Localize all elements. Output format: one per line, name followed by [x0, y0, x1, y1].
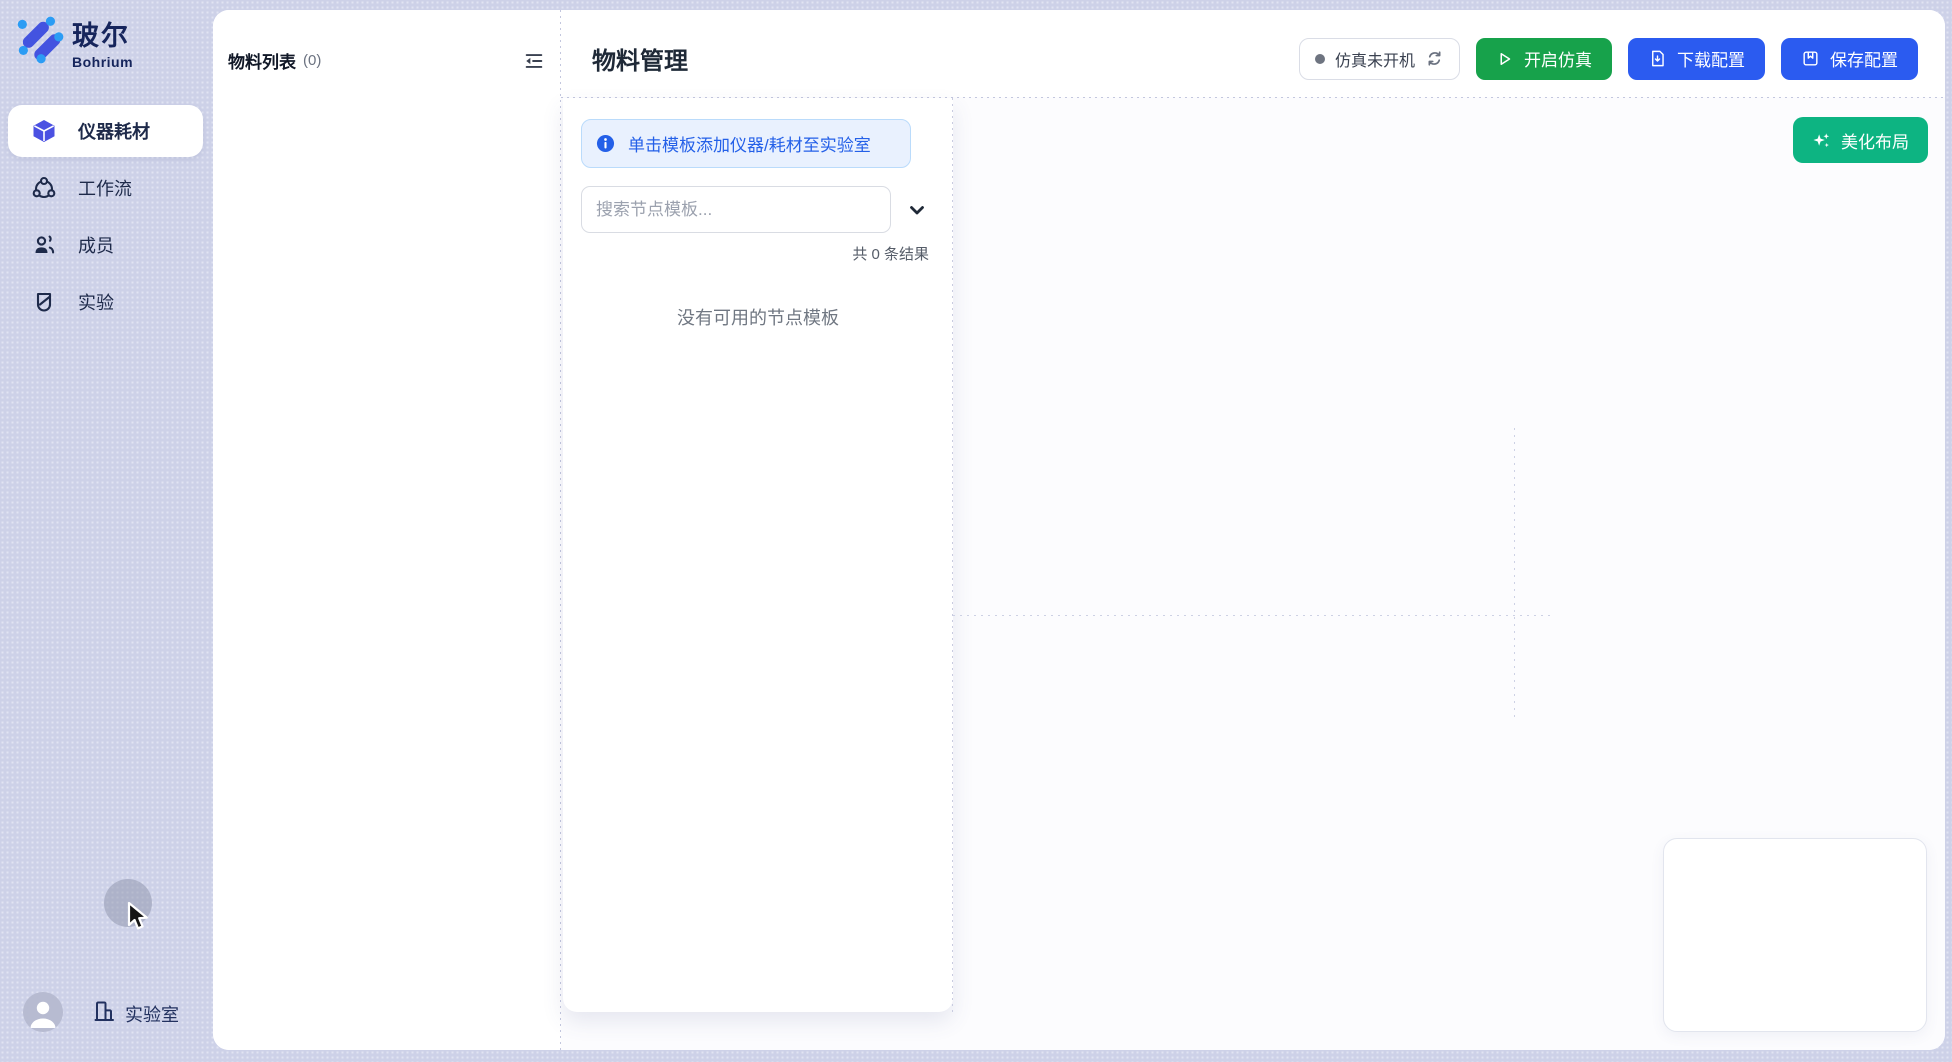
sidebar-item-label: 实验 [78, 289, 114, 315]
beautify-layout-button[interactable]: 美化布局 [1793, 117, 1928, 163]
brand-logo: 玻尔 Bohrium [14, 14, 133, 70]
sidebar-item-instruments[interactable]: 仪器耗材 [8, 105, 203, 157]
building-icon [92, 999, 116, 1028]
hint-banner: 单击模板添加仪器/耗材至实验室 [581, 119, 911, 168]
cursor-arrow [126, 901, 154, 938]
beautify-layout-label: 美化布局 [1841, 128, 1909, 153]
simulation-status-pill: 仿真未开机 [1299, 38, 1460, 80]
file-download-icon [1648, 49, 1667, 68]
result-count: 共 0 条结果 [581, 243, 953, 264]
materials-list-panel: 物料列表 (0) [213, 10, 560, 1050]
save-config-button[interactable]: 保存配置 [1781, 38, 1918, 80]
hint-banner-text: 单击模板添加仪器/耗材至实验室 [628, 131, 871, 156]
brand-name-cn: 玻尔 [72, 14, 133, 53]
sidebar-item-experiment[interactable]: 实验 [8, 276, 203, 328]
sparkles-icon [1812, 131, 1831, 150]
user-avatar[interactable] [23, 992, 63, 1032]
materials-list-count: (0) [303, 52, 321, 69]
refresh-icon[interactable] [1425, 49, 1444, 68]
download-config-button[interactable]: 下载配置 [1628, 38, 1765, 80]
canvas-guide-vertical [1514, 428, 1515, 720]
simulation-status-label: 仿真未开机 [1335, 47, 1415, 71]
sidebar-item-label: 仪器耗材 [78, 118, 150, 144]
sidebar-item-laboratory[interactable]: 实验室 [92, 999, 179, 1028]
chevron-down-icon[interactable] [904, 197, 930, 223]
brand-name-en: Bohrium [72, 54, 133, 70]
page-title: 物料管理 [592, 41, 688, 76]
sidebar-item-label: 工作流 [78, 175, 132, 201]
manage-header: 物料管理 仿真未开机 [561, 10, 1945, 97]
cube-icon [30, 117, 58, 145]
download-config-label: 下载配置 [1677, 46, 1745, 71]
template-search-input[interactable] [581, 186, 891, 233]
sidebar-item-workflow[interactable]: 工作流 [8, 162, 203, 214]
status-dot-icon [1315, 54, 1325, 64]
node-canvas[interactable]: 单击模板添加仪器/耗材至实验室 共 0 条结果 没有可用的节点模板 [561, 97, 1945, 1050]
menu-fold-icon[interactable] [522, 49, 546, 73]
play-icon [1496, 50, 1514, 68]
empty-state-text: 没有可用的节点模板 [581, 304, 953, 330]
sidebar-item-label: 成员 [78, 232, 114, 258]
start-simulation-label: 开启仿真 [1524, 46, 1592, 71]
save-icon [1801, 49, 1820, 68]
sidebar-item-members[interactable]: 成员 [8, 219, 203, 271]
laboratory-label: 实验室 [125, 1001, 179, 1027]
bohrium-logo-icon [14, 15, 64, 70]
template-panel: 单击模板添加仪器/耗材至实验室 共 0 条结果 没有可用的节点模板 [563, 98, 953, 1012]
save-config-label: 保存配置 [1830, 46, 1898, 71]
sidebar-nav: 仪器耗材 工作流 成员 [8, 105, 203, 328]
info-icon [596, 134, 615, 153]
start-simulation-button[interactable]: 开启仿真 [1476, 38, 1612, 80]
test-tube-icon [30, 288, 58, 316]
members-icon [30, 231, 58, 259]
canvas-guide-horizontal [953, 615, 1551, 616]
workflow-icon [30, 174, 58, 202]
materials-list-title: 物料列表 [228, 48, 296, 73]
materials-manage-section: 物料管理 仿真未开机 [561, 10, 1945, 1050]
minimap[interactable] [1663, 838, 1927, 1032]
main-card: 物料列表 (0) 物料管理 仿真未开机 [213, 10, 1945, 1050]
